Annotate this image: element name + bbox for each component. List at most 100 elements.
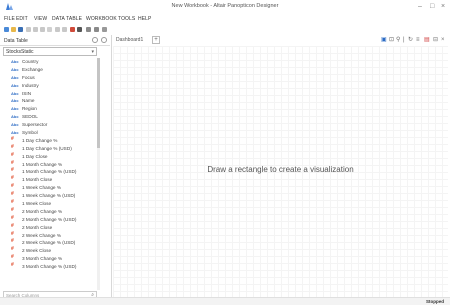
run-icon[interactable]	[70, 27, 75, 32]
text-column-icon: Abc	[11, 114, 19, 120]
column-item[interactable]: #1 Week Change %	[3, 184, 97, 192]
numeric-column-icon: #	[11, 206, 14, 213]
numeric-column-icon: #	[11, 238, 14, 245]
text-column-icon: Abc	[11, 82, 19, 88]
menu-data-table[interactable]: DATA TABLE	[52, 16, 82, 22]
column-item[interactable]: #1 Week Close	[3, 200, 97, 208]
refresh-tool-icon[interactable]: ↻	[408, 36, 413, 44]
column-item[interactable]: #1 Month Change % (USD)	[3, 168, 97, 176]
redo-icon[interactable]	[62, 27, 67, 32]
column-label: 1 Day Change %	[22, 137, 58, 143]
column-list: Abc Country Abc Exchange Abc Focus Abc Industry…	[3, 58, 97, 290]
add-dashboard-button[interactable]: +	[152, 36, 160, 44]
menu-file[interactable]: FILE	[4, 16, 15, 22]
link-icon[interactable]	[86, 27, 91, 32]
column-item[interactable]: #1 Day Close	[3, 152, 97, 161]
column-item[interactable]: #2 Month Change % (USD)	[3, 214, 97, 224]
numeric-column-icon: #	[11, 167, 14, 174]
text-column-icon: Abc	[11, 130, 19, 136]
close-dashboard-icon[interactable]: ×	[441, 36, 445, 44]
numeric-column-icon: #	[11, 199, 14, 206]
menu-edit[interactable]: EDIT	[16, 16, 28, 22]
numeric-column-icon: #	[11, 159, 14, 166]
column-item[interactable]: Abc Symbol	[3, 129, 97, 137]
column-item[interactable]: Abc Industry	[3, 82, 97, 90]
chevron-down-icon: ▾	[91, 49, 94, 55]
add-source-icon[interactable]	[92, 37, 98, 43]
arrange-icon[interactable]	[102, 27, 107, 32]
column-item[interactable]: #1 Day Change % (USD)	[3, 144, 97, 153]
text-column-icon: Abc	[11, 59, 19, 64]
column-item[interactable]: #1 Week Change % (USD)	[3, 192, 97, 200]
menu-tools[interactable]: TOOLS	[118, 16, 135, 22]
column-item[interactable]: Abc Supersector	[3, 121, 97, 129]
column-item[interactable]: #1 Month Close	[3, 176, 97, 184]
text-column-icon: Abc	[11, 74, 19, 80]
column-label: 1 Day Change % (USD)	[22, 145, 72, 151]
data-source-select[interactable]: StocksStatic ▾	[3, 47, 97, 56]
column-item[interactable]: Abc Exchange	[3, 66, 97, 74]
title-bar: New Workbook - Altair Panopticon Designe…	[0, 0, 450, 14]
properties-icon[interactable]: ⊟	[433, 36, 438, 44]
column-label: Industry	[22, 82, 39, 88]
column-label: Country	[22, 59, 39, 64]
settings-icon[interactable]	[101, 37, 107, 43]
export-icon[interactable]: ▤	[424, 36, 430, 44]
window-title: New Workbook - Altair Panopticon Designe…	[171, 3, 279, 9]
numeric-column-icon: #	[11, 135, 14, 142]
column-item[interactable]: Abc Name	[3, 97, 97, 105]
text-column-icon: Abc	[11, 66, 19, 72]
text-column-icon: Abc	[11, 98, 19, 104]
maximize-button[interactable]: □	[430, 2, 434, 11]
select-tool-icon[interactable]: ▣	[381, 36, 387, 44]
column-label: Focus	[22, 74, 35, 80]
paste-icon[interactable]	[40, 27, 45, 32]
column-item[interactable]: #2 Month Close	[3, 222, 97, 232]
tab-dashboard1[interactable]: Dashboard1	[116, 36, 143, 44]
save-icon[interactable]	[18, 27, 23, 32]
numeric-column-icon: #	[11, 222, 14, 229]
column-item[interactable]: Abc Focus	[3, 74, 97, 82]
column-item[interactable]: Abc Region	[3, 105, 97, 113]
minimize-button[interactable]: –	[418, 2, 422, 11]
new-icon[interactable]	[4, 27, 9, 32]
column-item[interactable]: #2 Month Change %	[3, 206, 97, 216]
panel-divider[interactable]	[111, 35, 112, 297]
column-item[interactable]: #1 Month Change %	[3, 159, 97, 169]
filter-icon[interactable]	[94, 27, 99, 32]
parameter-icon[interactable]: ≡	[416, 36, 420, 44]
refresh-icon[interactable]	[77, 27, 82, 32]
search-tool-icon[interactable]: ⚲	[396, 36, 400, 44]
column-label: 1 Month Close	[22, 177, 53, 183]
column-item[interactable]: Abc ISIN	[3, 90, 97, 98]
zoom-icon[interactable]: ⊡	[389, 36, 394, 44]
open-icon[interactable]	[11, 27, 16, 32]
menu-view[interactable]: VIEW	[34, 16, 47, 22]
column-item[interactable]: #2 Week Close	[3, 247, 97, 255]
numeric-column-icon: #	[11, 230, 14, 237]
text-column-icon: Abc	[11, 122, 19, 128]
column-item[interactable]: #3 Month Change %	[3, 255, 97, 263]
cut-icon[interactable]	[26, 27, 31, 32]
menu-help[interactable]: HELP	[138, 16, 151, 22]
status-text: Stopped	[426, 299, 444, 304]
undo-icon[interactable]	[55, 27, 60, 32]
column-item[interactable]: #1 Day Change %	[3, 135, 97, 145]
column-list-scrollbar[interactable]	[97, 58, 100, 290]
scrollbar-thumb[interactable]	[97, 58, 100, 148]
column-item[interactable]: Abc SEDOL	[3, 113, 97, 121]
text-column-icon: Abc	[11, 90, 19, 96]
data-table-header: Data Table	[0, 35, 110, 46]
numeric-column-icon: #	[11, 214, 14, 221]
delete-icon[interactable]	[47, 27, 52, 32]
close-button[interactable]: ×	[441, 2, 445, 11]
column-item[interactable]: #2 Week Change % (USD)	[3, 239, 97, 247]
menu-workbook[interactable]: WORKBOOK	[86, 16, 117, 22]
numeric-column-icon: #	[11, 262, 14, 269]
column-item[interactable]: #2 Week Change %	[3, 230, 97, 240]
copy-icon[interactable]	[33, 27, 38, 32]
column-label: Region	[22, 106, 37, 112]
column-label: 2 Month Close	[22, 224, 53, 230]
column-item[interactable]: #3 Month Change % (USD)	[3, 263, 97, 271]
column-item[interactable]: Abc Country	[3, 58, 97, 66]
